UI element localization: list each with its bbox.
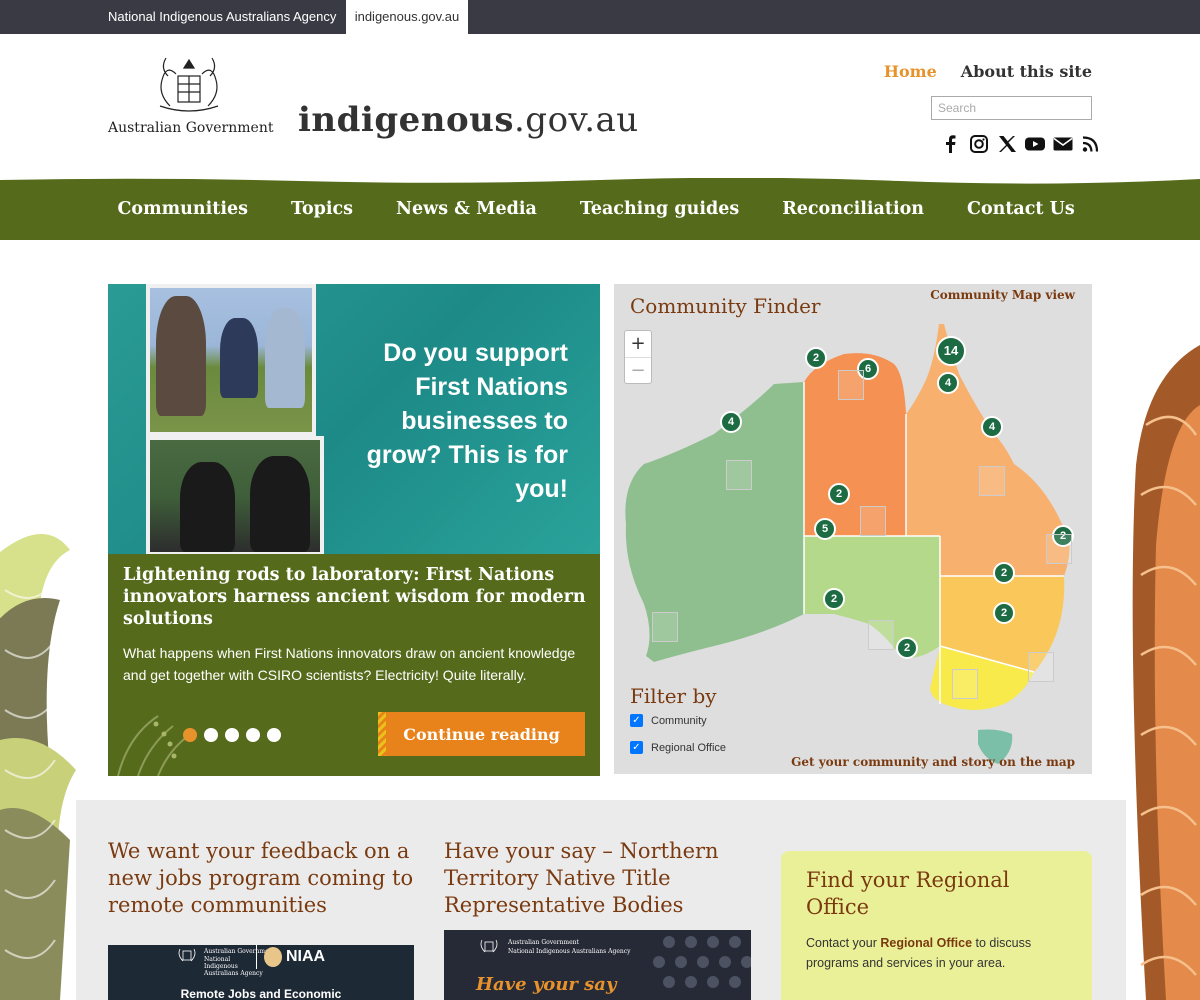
card-2-gov: Australian Government (508, 939, 579, 946)
agency-link[interactable]: National Indigenous Australians Agency (96, 0, 348, 34)
youtube-icon[interactable] (1024, 134, 1046, 154)
map-image-placeholder[interactable] (952, 669, 978, 699)
get-on-map-link[interactable]: Get your community and story on the map (791, 755, 1075, 769)
social-links (940, 134, 1102, 154)
carousel-dot-2[interactable] (204, 728, 218, 742)
rss-icon[interactable] (1080, 134, 1102, 154)
coat-of-arms-icon[interactable] (146, 54, 232, 116)
regional-office-title: Find your Regional Office (806, 868, 1010, 919)
logo-light-text: .gov.au (514, 100, 639, 140)
map-image-placeholder[interactable] (652, 612, 678, 642)
card-1-title[interactable]: We want your feedback on a new jobs prog… (108, 838, 428, 919)
community-map-link[interactable]: Community Map view (930, 288, 1075, 302)
map-marker[interactable]: 14 (936, 336, 966, 366)
regional-office-link[interactable]: Regional Office (880, 936, 972, 950)
continue-reading-button[interactable]: Continue reading (378, 712, 585, 756)
map-image-placeholder[interactable] (868, 620, 894, 650)
card-2-image-text: Have your say (476, 974, 617, 995)
community-finder: Community Finder Community Map view + − … (614, 284, 1092, 774)
carousel-dot-5[interactable] (267, 728, 281, 742)
card-1-agency: National Indigenous Australians Agency (204, 956, 263, 977)
site-logo[interactable]: indigenous.gov.au (298, 100, 639, 140)
carousel-dot-3[interactable] (225, 728, 239, 742)
checkbox-checked-icon[interactable]: ✓ (630, 714, 643, 727)
map-marker[interactable]: 4 (937, 372, 959, 394)
instagram-icon[interactable] (968, 134, 990, 154)
regional-office-text: Contact your Regional Office to discuss … (806, 933, 1066, 973)
x-icon[interactable] (996, 134, 1018, 154)
crest-small-icon (480, 939, 498, 953)
carousel-dots (183, 728, 281, 742)
crest-small-icon (178, 948, 196, 962)
map-marker[interactable]: 2 (993, 602, 1015, 624)
map-marker[interactable]: 4 (981, 416, 1003, 438)
search-input[interactable] (931, 96, 1092, 120)
dot-pattern-artwork (653, 936, 751, 988)
nav-teaching-guides[interactable]: Teaching guides (558, 199, 760, 219)
main-nav: Communities Topics News & Media Teaching… (0, 178, 1200, 240)
hero-photo-indoor (146, 436, 324, 556)
nav-reconciliation[interactable]: Reconciliation (761, 199, 946, 219)
map-image-placeholder[interactable] (860, 506, 886, 536)
card-1-image[interactable]: Australian Government National Indigenou… (108, 945, 414, 1000)
hero-banner-image: Do you support First Nations businesses … (108, 284, 600, 560)
nav-communities[interactable]: Communities (96, 199, 269, 219)
map-marker[interactable]: 4 (720, 411, 742, 433)
utility-nav: Home About this site (884, 62, 1092, 81)
government-label: Australian Government (108, 120, 274, 136)
decorative-left-artwork (0, 534, 76, 1000)
niaa-logo-icon (264, 947, 282, 967)
logo-bold-text: indigenous (298, 100, 514, 140)
site-header: Australian Government indigenous.gov.au … (0, 34, 1200, 178)
home-link[interactable]: Home (884, 62, 937, 81)
filter-title: Filter by (630, 684, 717, 708)
filter-label: Community (651, 714, 707, 727)
hero-tagline: Do you support First Nations businesses … (366, 339, 568, 503)
card-1-divider (256, 945, 257, 969)
map-image-placeholder[interactable] (838, 370, 864, 400)
filter-label: Regional Office (651, 741, 727, 754)
carousel-dot-1[interactable] (183, 728, 197, 742)
hero-carousel[interactable]: Do you support First Nations businesses … (108, 284, 600, 776)
map-marker[interactable]: 5 (814, 518, 836, 540)
map-image-placeholder[interactable] (1028, 652, 1054, 682)
facebook-icon[interactable] (940, 134, 962, 154)
hero-description: What happens when First Nations innovato… (123, 645, 576, 683)
email-icon[interactable] (1052, 134, 1074, 154)
map-image-placeholder[interactable] (979, 466, 1005, 496)
card-2-agency: National Indigenous Australians Agency (508, 948, 631, 955)
regional-office-card: Find your Regional Office Contact your R… (781, 851, 1092, 1000)
zoom-in-button[interactable]: + (625, 331, 651, 357)
nav-contact-us[interactable]: Contact Us (946, 199, 1097, 219)
map-image-placeholder[interactable] (726, 460, 752, 490)
map-marker[interactable]: 2 (993, 562, 1015, 584)
niaa-label: NIAA (286, 948, 326, 965)
top-bar: National Indigenous Australians Agency i… (0, 0, 1200, 34)
map-marker[interactable]: 2 (896, 637, 918, 659)
map-image-placeholder[interactable] (1046, 534, 1072, 564)
map-marker[interactable]: 2 (828, 483, 850, 505)
decorative-right-artwork (1132, 345, 1200, 1000)
card-2-title[interactable]: Have your say – Northern Territory Nativ… (444, 838, 754, 919)
finder-title: Community Finder (630, 294, 821, 318)
filter-community[interactable]: ✓ Community (630, 714, 707, 727)
carousel-dot-4[interactable] (246, 728, 260, 742)
card-1-image-text: Remote Jobs and Economic (180, 987, 342, 1000)
nav-topics[interactable]: Topics (269, 199, 374, 219)
regional-text-pre: Contact your (806, 936, 881, 950)
map-marker[interactable]: 2 (805, 347, 827, 369)
site-tab[interactable]: indigenous.gov.au (346, 0, 468, 34)
nav-news-media[interactable]: News & Media (375, 199, 559, 219)
hero-photo-outdoor (146, 284, 316, 436)
zoom-out-button[interactable]: − (625, 357, 651, 383)
map-marker[interactable]: 2 (823, 588, 845, 610)
checkbox-checked-icon[interactable]: ✓ (630, 741, 643, 754)
hero-title[interactable]: Lightening rods to laboratory: First Nat… (123, 564, 593, 630)
filter-regional-office[interactable]: ✓ Regional Office (630, 741, 726, 754)
about-link[interactable]: About this site (961, 62, 1092, 81)
card-2-image[interactable]: Australian Government National Indigenou… (444, 930, 751, 1000)
map-zoom-control: + − (624, 330, 652, 384)
